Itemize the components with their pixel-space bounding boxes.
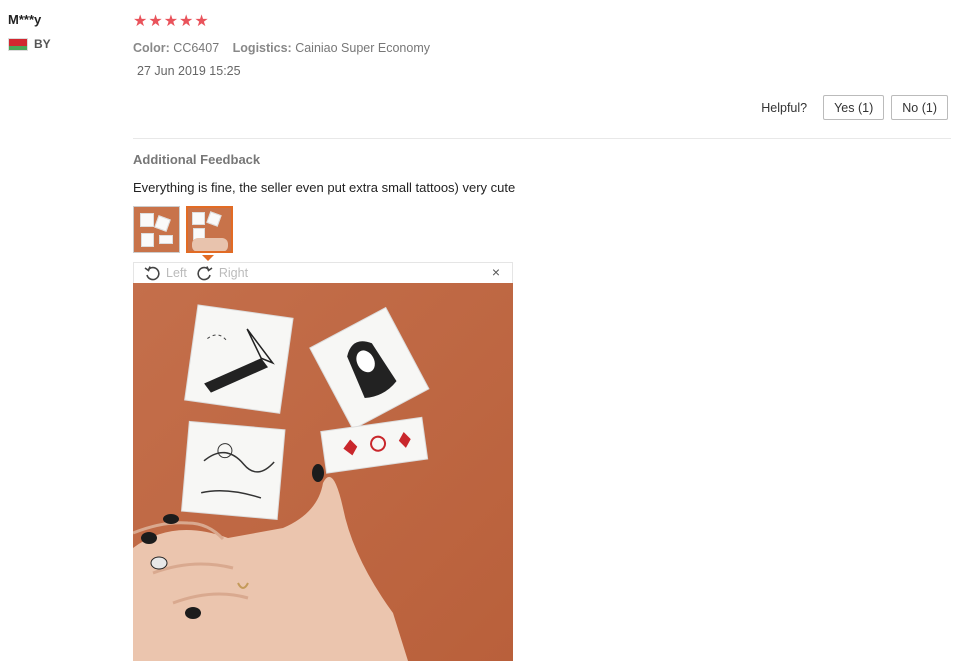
star-icon: ★: [133, 13, 148, 30]
photo-thumbnail-2[interactable]: [186, 206, 233, 253]
country: BY: [8, 37, 118, 51]
rotate-left-button[interactable]: Left: [144, 265, 187, 281]
photo-thumbnail-1[interactable]: [133, 206, 180, 253]
logistics-value: Cainiao Super Economy: [295, 41, 430, 55]
viewer-toolbar: Left Right ×: [133, 262, 513, 283]
rotate-right-icon: [197, 266, 213, 281]
star-icon: ★: [194, 13, 209, 30]
reviewer-info: M***y BY: [8, 12, 118, 51]
star-icon: ★: [179, 13, 194, 30]
divider: [133, 138, 951, 139]
close-icon[interactable]: ×: [492, 264, 500, 280]
star-icon: ★: [148, 13, 163, 30]
country-code: BY: [34, 37, 51, 51]
rotate-left-icon: [144, 266, 160, 281]
review-photo-image: [133, 283, 513, 661]
order-meta: Color: CC6407 Logistics: Cainiao Super E…: [133, 41, 951, 55]
helpful-no-button[interactable]: No (1): [891, 95, 948, 120]
helpful-section: Helpful? Yes (1) No (1): [761, 95, 948, 120]
helpful-label: Helpful?: [761, 100, 808, 115]
review-photo: [133, 283, 513, 661]
flag-icon: [8, 37, 28, 51]
review-date: 27 Jun 2019 15:25: [137, 64, 241, 78]
color-label: Color:: [133, 41, 170, 55]
logistics-label: Logistics:: [232, 41, 292, 55]
additional-feedback-text: Everything is fine, the seller even put …: [133, 180, 516, 195]
additional-feedback-title: Additional Feedback: [133, 152, 261, 167]
rotate-right-button[interactable]: Right: [197, 265, 248, 281]
star-rating: ★ ★ ★ ★ ★: [133, 12, 951, 32]
selected-thumb-indicator: [202, 255, 214, 261]
star-icon: ★: [163, 13, 179, 30]
color-value: CC6407: [173, 41, 220, 55]
user-name: M***y: [8, 12, 42, 27]
photo-thumbnails: [133, 206, 233, 253]
rotate-left-label: Left: [166, 266, 187, 280]
photo-viewer: Left Right ×: [133, 262, 513, 661]
rotate-right-label: Right: [218, 266, 249, 280]
helpful-yes-button[interactable]: Yes (1): [823, 95, 885, 120]
review-body: ★ ★ ★ ★ ★ Color: CC6407 Logistics: Caini…: [133, 12, 951, 661]
